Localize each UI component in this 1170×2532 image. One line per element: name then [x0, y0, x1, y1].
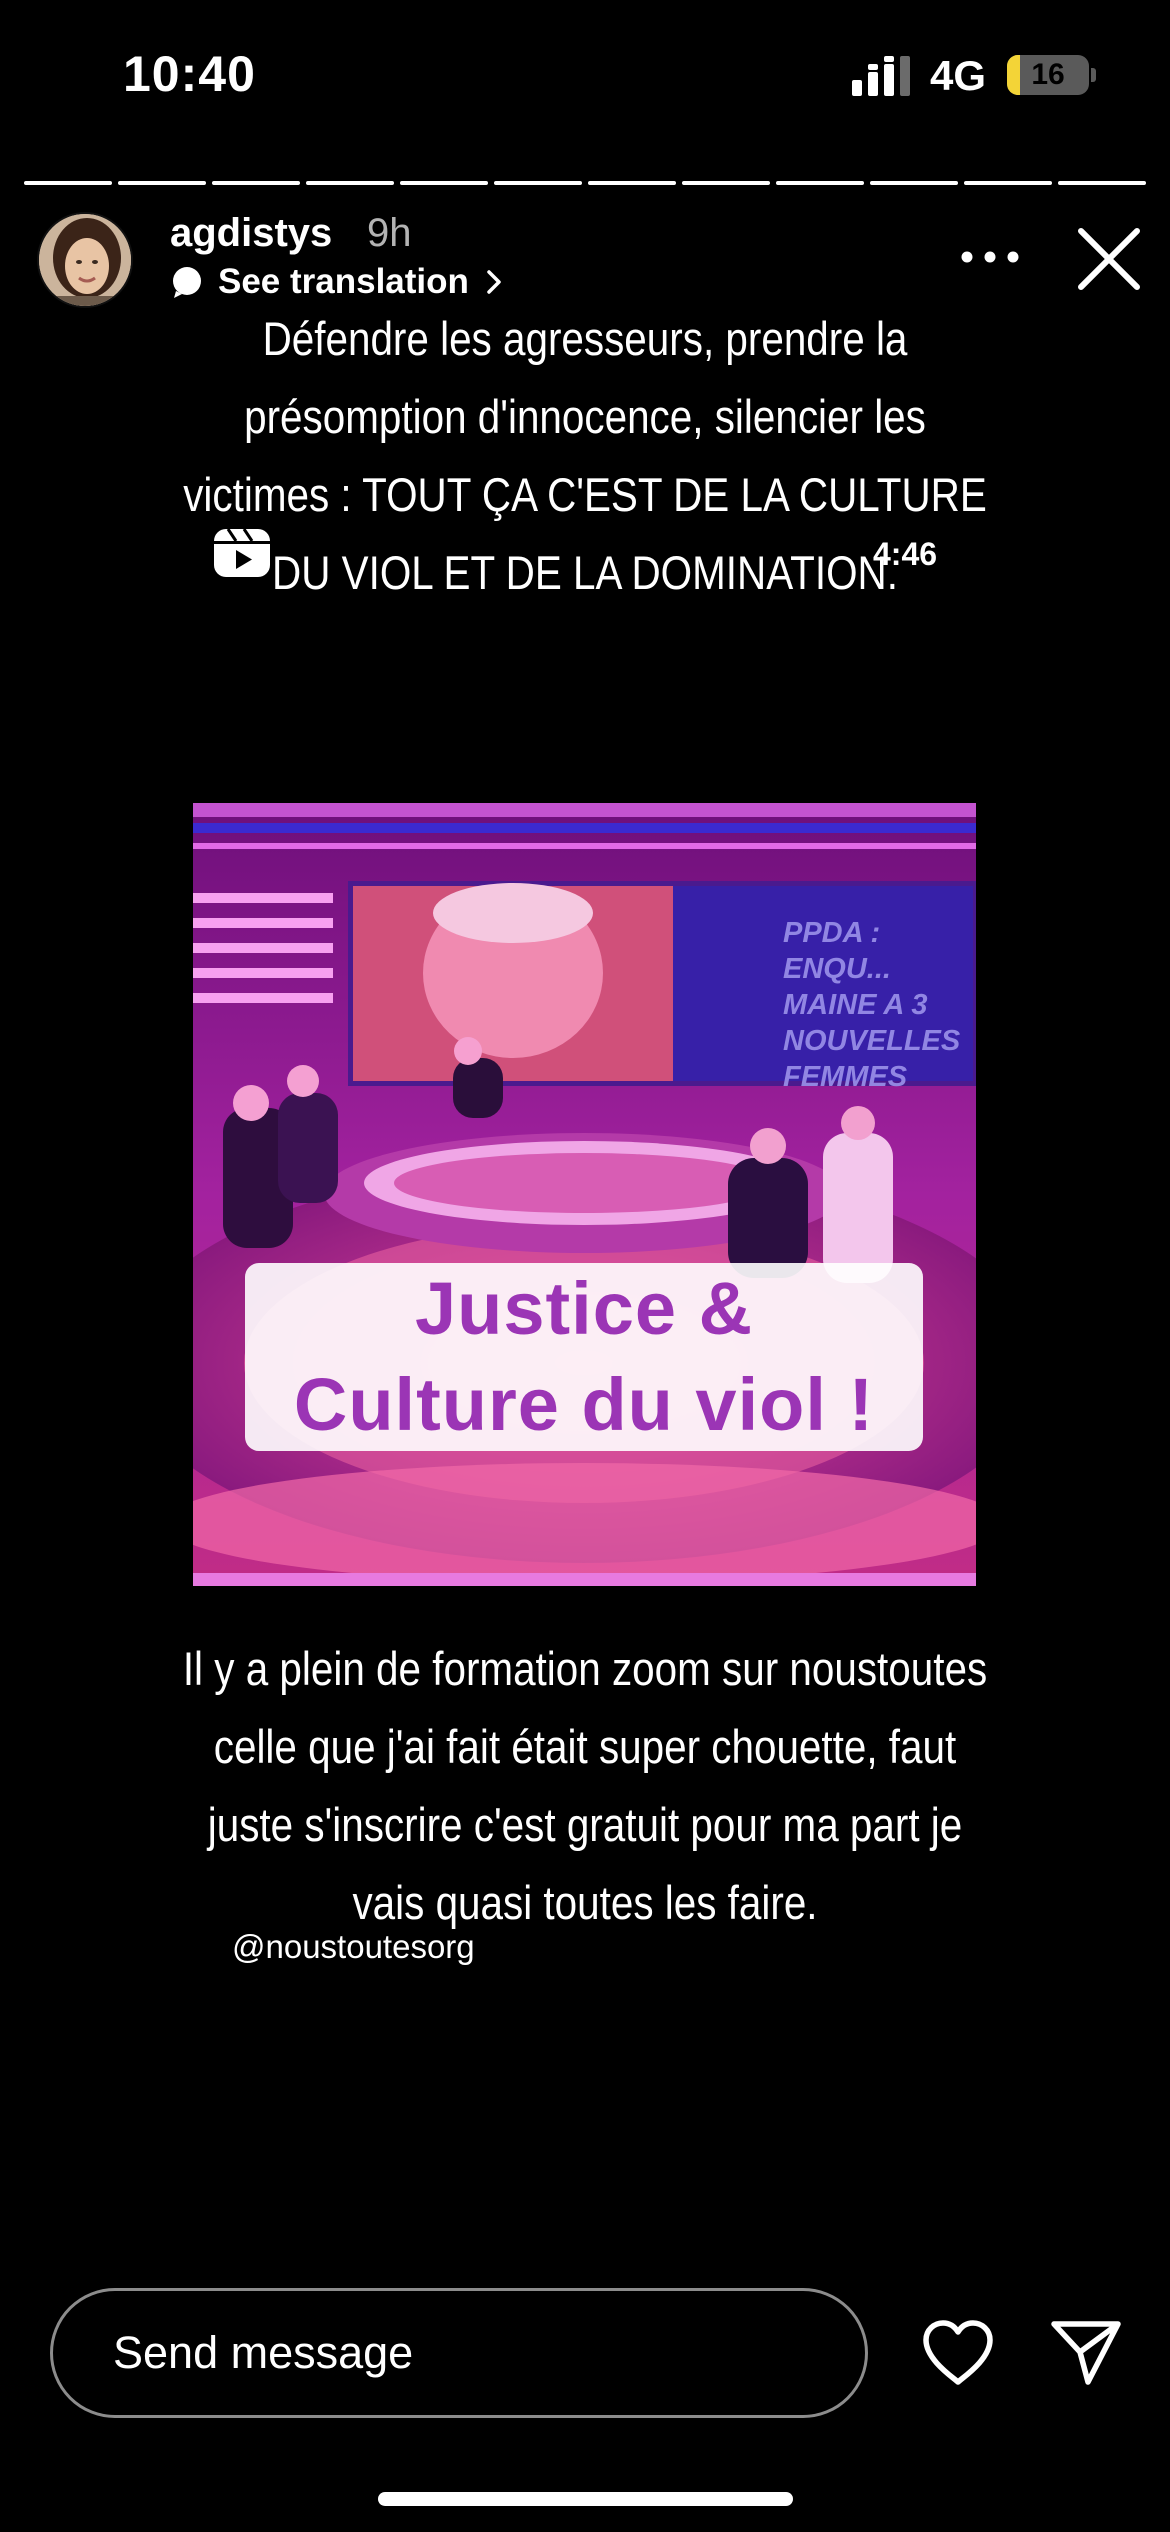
story-progress-segment [306, 181, 394, 185]
reel-thumbnail[interactable]: PPDA : ENQU... MAINE A 3 NOUVELLES FEMME… [193, 803, 976, 1586]
story-progress-segment [118, 181, 206, 185]
story-progress-segment [494, 181, 582, 185]
story-progress-segment [870, 181, 958, 185]
see-translation-label: See translation [218, 262, 469, 301]
post-time: 9h [367, 211, 412, 255]
battery-icon: 16 [1007, 55, 1089, 95]
signal-bars-icon [852, 56, 910, 96]
story-progress-segment [212, 181, 300, 185]
media-title-line2: Culture du viol ! [293, 1363, 875, 1446]
speech-bubble-icon [173, 267, 201, 298]
story-progress-bar [24, 181, 1146, 185]
send-message-input[interactable] [50, 2288, 868, 2418]
story-progress-segment [964, 181, 1052, 185]
home-indicator [378, 2492, 793, 2506]
more-horizontal-icon[interactable] [955, 232, 1025, 282]
heart-outline-icon[interactable] [920, 2318, 996, 2388]
media-overlay-text: PPDA : ENQU... MAINE A 3 NOUVELLES FEMME… [783, 917, 961, 1093]
username[interactable]: agdistys [170, 211, 332, 256]
avatar-photo [39, 214, 131, 306]
media-title-line1: Justice & [414, 1267, 754, 1350]
paper-plane-icon[interactable] [1050, 2318, 1122, 2388]
status-bar: 10:40 4G 16 [0, 0, 1170, 150]
story-progress-segment [24, 181, 112, 185]
story-progress-segment [588, 181, 676, 185]
story-progress-segment [1058, 181, 1146, 185]
close-icon[interactable] [1075, 225, 1143, 293]
avatar[interactable] [37, 212, 133, 308]
story-progress-segment [400, 181, 488, 185]
story-caption-bottom: Il y a plein de formation zoom sur noust… [182, 1642, 988, 1929]
see-translation-button[interactable]: See translation [170, 262, 505, 302]
chevron-right-icon [487, 270, 501, 294]
media-title-label: Justice & Culture du viol ! [245, 1263, 923, 1451]
mention-sticker[interactable]: @noustoutesorg [232, 1928, 475, 1966]
story-caption-top: Défendre les agresseurs, prendre la prés… [183, 312, 987, 599]
reel-duration: 4:46 [873, 536, 938, 572]
status-time: 10:40 [123, 46, 256, 102]
network-label: 4G [930, 52, 987, 99]
story-progress-segment [776, 181, 864, 185]
reels-icon [214, 528, 270, 577]
battery-cap [1091, 68, 1096, 82]
battery-level: 16 [1031, 58, 1065, 91]
story-progress-segment [682, 181, 770, 185]
